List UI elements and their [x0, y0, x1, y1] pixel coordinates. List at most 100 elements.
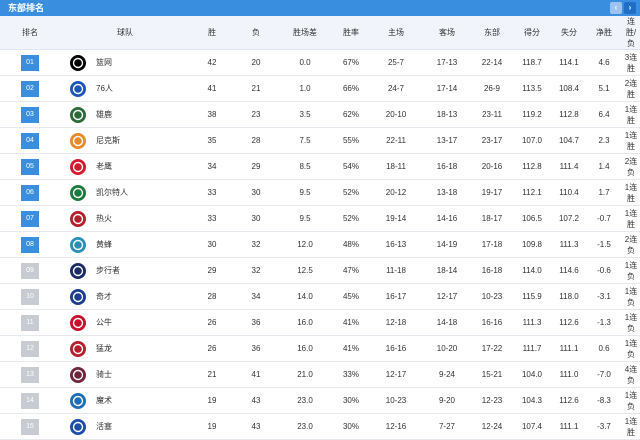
home-record-cell: 19-14 [370, 205, 422, 232]
team-cell[interactable]: 76人 [60, 75, 190, 102]
next-page-button[interactable]: › [624, 2, 636, 14]
rank-cell: 09 [0, 257, 60, 284]
team-cell[interactable]: 奇才 [60, 283, 190, 310]
team-cell[interactable]: 尼克斯 [60, 127, 190, 154]
team-cell[interactable]: 步行者 [60, 257, 190, 284]
table-row[interactable]: 13 骑士 21 41 21.0 33% 12-17 9-24 15-21 104.0 111.0-… [0, 361, 640, 388]
team-cell[interactable]: 老鹰 [60, 153, 190, 180]
team-cell[interactable]: 活塞 [60, 413, 190, 440]
col-header-home[interactable]: 主场 [370, 16, 422, 50]
team-name[interactable]: 篮网 [96, 57, 112, 68]
team-name[interactable]: 雄鹿 [96, 109, 112, 120]
bucks-logo-icon [68, 105, 88, 125]
team-name[interactable]: 黄蜂 [96, 239, 112, 250]
team-name[interactable]: 活塞 [96, 421, 112, 432]
win-pct-cell: 52% [332, 179, 370, 206]
col-header-team[interactable]: 球队 [60, 16, 190, 50]
streak-cell: 1连胜 [622, 413, 640, 440]
team-name[interactable]: 公牛 [96, 317, 112, 328]
table-row[interactable]: 03 雄鹿 38 23 3.5 62% 20-10 18-13 23-11 119.2 112.8 6… [0, 101, 640, 128]
away-record-cell: 10-20 [422, 335, 472, 362]
home-record-cell: 16-16 [370, 335, 422, 362]
col-header-rank[interactable]: 排名 [0, 16, 60, 50]
team-cell[interactable]: 骑士 [60, 361, 190, 388]
net-points-cell: -0.7 [586, 205, 622, 232]
streak-cell: 1连胜 [622, 127, 640, 154]
team-name[interactable]: 骑士 [96, 369, 112, 380]
wins-cell: 26 [190, 309, 234, 336]
col-header-losses[interactable]: 负 [234, 16, 278, 50]
col-header-points-for[interactable]: 得分 [512, 16, 552, 50]
net-points-cell: 4.6 [586, 49, 622, 76]
team-cell[interactable]: 魔术 [60, 387, 190, 414]
panel-title: 东部排名 [8, 3, 45, 13]
table-row[interactable]: 11 公牛 26 36 16.0 41% 12-18 14-18 16-16 111.3 112.6… [0, 309, 640, 336]
team-name[interactable]: 猛龙 [96, 343, 112, 354]
rank-cell: 07 [0, 205, 60, 232]
table-row[interactable]: 06 凯尔特人 33 30 9.5 52% 20-12 13-18 19-17 112.1 110.… [0, 179, 640, 206]
points-for-cell: 115.9 [512, 283, 552, 310]
team-name[interactable]: 热火 [96, 213, 112, 224]
away-record-cell: 7-27 [422, 413, 472, 440]
hawks-logo-icon [68, 157, 88, 177]
team-name[interactable]: 凯尔特人 [96, 187, 128, 198]
team-cell[interactable]: 猛龙 [60, 335, 190, 362]
col-header-away[interactable]: 客场 [422, 16, 472, 50]
col-header-east[interactable]: 东部 [472, 16, 512, 50]
table-row[interactable]: 01 篮网 42 20 0.0 67% 25-7 17-13 22-14 118.7 114.1 4.… [0, 49, 640, 76]
points-for-cell: 111.7 [512, 335, 552, 362]
team-cell[interactable]: 公牛 [60, 309, 190, 336]
col-header-games-behind[interactable]: 胜场差 [278, 16, 332, 50]
home-record-cell: 16-13 [370, 231, 422, 258]
table-row[interactable]: 14 魔术 19 43 23.0 30% 10-23 9-20 12-23 104.3 112.6-… [0, 387, 640, 414]
raptors-logo-icon [68, 339, 88, 359]
col-header-win-pct[interactable]: 胜率 [332, 16, 370, 50]
table-row[interactable]: 15 活塞 19 43 23.0 30% 12-16 7-27 12-24 107.4 111.1-… [0, 413, 640, 440]
team-name[interactable]: 步行者 [96, 265, 120, 276]
rank-badge: 05 [21, 158, 39, 175]
team-cell[interactable]: 热火 [60, 205, 190, 232]
rank-badge: 06 [21, 184, 39, 201]
losses-cell: 29 [234, 153, 278, 180]
east-record-cell: 17-18 [472, 231, 512, 258]
pacers-logo-icon [68, 261, 88, 281]
prev-page-button[interactable]: ‹ [610, 2, 622, 14]
col-header-wins[interactable]: 胜 [190, 16, 234, 50]
table-row[interactable]: 05 老鹰 34 29 8.5 54% 18-11 16-18 20-16 112.8 111.4 1… [0, 153, 640, 180]
col-header-streak[interactable]: 连胜/负 [622, 16, 640, 50]
team-name[interactable]: 奇才 [96, 291, 112, 302]
team-cell[interactable]: 雄鹿 [60, 101, 190, 128]
points-against-cell: 118.0 [552, 283, 586, 310]
table-row[interactable]: 02 76人 41 21 1.0 66% 24-7 17-14 26-9 113.5 108.4 5.… [0, 75, 640, 102]
table-row[interactable]: 07 热火 33 30 9.5 52% 19-14 14-16 18-17 106.5 107.2-… [0, 205, 640, 232]
games-behind-cell: 3.5 [278, 101, 332, 128]
east-record-cell: 12-23 [472, 387, 512, 414]
home-record-cell: 20-10 [370, 101, 422, 128]
team-cell[interactable]: 黄蜂 [60, 231, 190, 258]
table-row[interactable]: 04 尼克斯 35 28 7.5 55% 22-11 13-17 23-17 107.0 104.7… [0, 127, 640, 154]
east-record-cell: 16-16 [472, 309, 512, 336]
points-against-cell: 112.6 [552, 309, 586, 336]
home-record-cell: 12-18 [370, 309, 422, 336]
team-name[interactable]: 76人 [96, 83, 113, 94]
rank-badge: 09 [21, 262, 39, 279]
table-row[interactable]: 12 猛龙 26 36 16.0 41% 16-16 10-20 17-22 111.7 111.1… [0, 335, 640, 362]
points-against-cell: 114.1 [552, 49, 586, 76]
team-name[interactable]: 魔术 [96, 395, 112, 406]
table-row[interactable]: 09 步行者 29 32 12.5 47% 11-18 18-14 16-18 114.0 114.… [0, 257, 640, 284]
col-header-net[interactable]: 净胜 [586, 16, 622, 50]
team-name[interactable]: 尼克斯 [96, 135, 120, 146]
games-behind-cell: 1.0 [278, 75, 332, 102]
table-row[interactable]: 08 黄蜂 30 32 12.0 48% 16-13 14-19 17-18 109.8 111.3… [0, 231, 640, 258]
rank-badge: 12 [21, 340, 39, 357]
losses-cell: 23 [234, 101, 278, 128]
col-header-points-against[interactable]: 失分 [552, 16, 586, 50]
table-row[interactable]: 10 奇才 28 34 14.0 45% 16-17 12-17 10-23 115.9 118.0… [0, 283, 640, 310]
rank-badge: 04 [21, 132, 39, 149]
rank-badge: 10 [21, 288, 39, 305]
team-cell[interactable]: 篮网 [60, 49, 190, 76]
points-for-cell: 112.1 [512, 179, 552, 206]
team-cell[interactable]: 凯尔特人 [60, 179, 190, 206]
losses-cell: 21 [234, 75, 278, 102]
team-name[interactable]: 老鹰 [96, 161, 112, 172]
